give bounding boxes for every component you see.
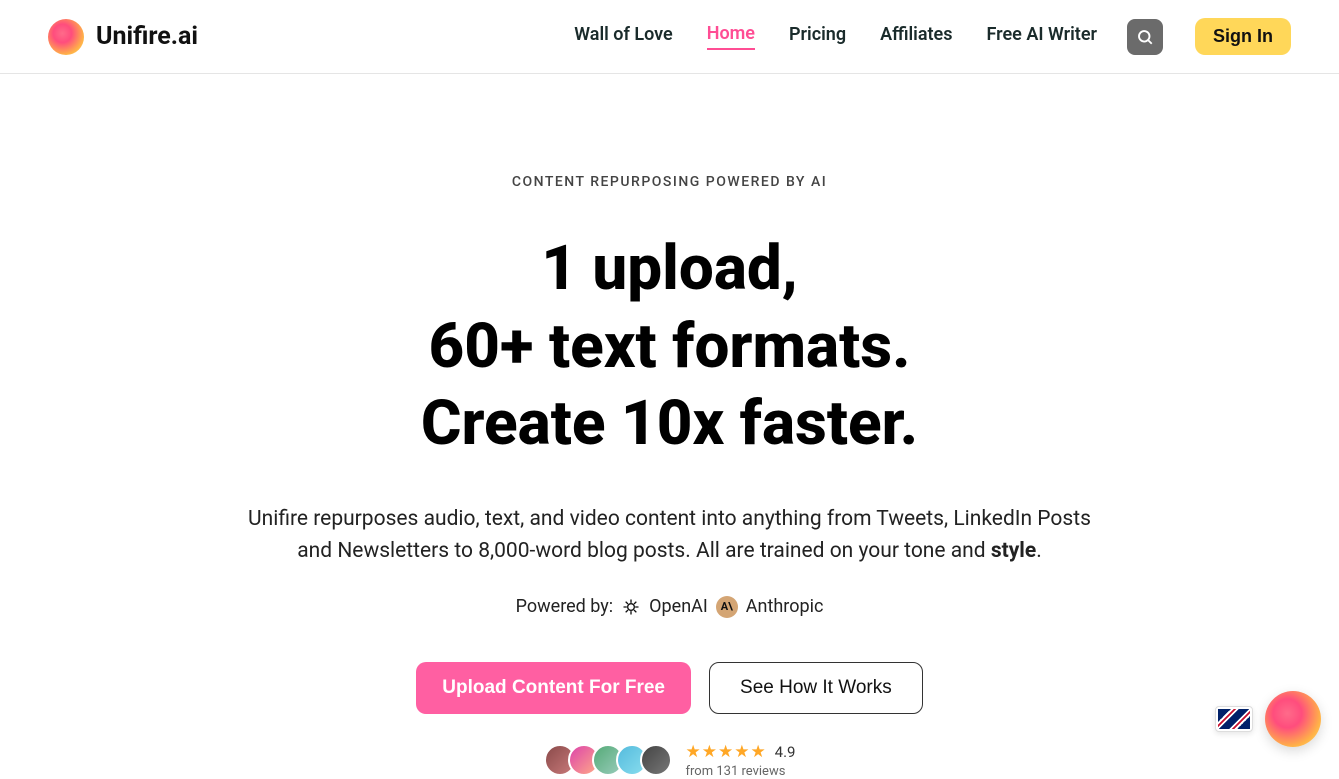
reviews-text: from 131 reviews [686,764,796,779]
powered-prefix: Powered by: [516,596,614,617]
hero-headline: 1 upload, 60+ text formats. Create 10x f… [170,230,1170,463]
nav-affiliates[interactable]: Affiliates [880,24,952,49]
headline-line2: 60+ text formats. [170,308,1170,386]
upload-content-button[interactable]: Upload Content For Free [416,662,691,714]
headline-line1: 1 upload, [170,230,1170,308]
social-proof: ★★★★★ 4.9 from 131 reviews [170,742,1170,779]
nav-home[interactable]: Home [707,23,755,50]
hero-subhead: Unifire repurposes audio, text, and vide… [230,503,1110,568]
subhead-text: Unifire repurposes audio, text, and vide… [248,507,1091,564]
main-nav: Wall of Love Home Pricing Affiliates Fre… [574,23,1097,50]
hero-eyebrow: CONTENT REPURPOSING POWERED BY AI [170,174,1170,190]
rating-block: ★★★★★ 4.9 from 131 reviews [686,742,796,779]
powered-by-row: Powered by: OpenAI A\ Anthropic [170,596,1170,618]
avatar-stack [544,744,672,776]
search-icon [1136,28,1154,46]
language-selector[interactable] [1215,706,1253,732]
brand-name: Unifire.ai [96,22,198,51]
see-how-it-works-button[interactable]: See How It Works [709,662,923,714]
avatar [640,744,672,776]
cta-row: Upload Content For Free See How It Works [170,662,1170,714]
subhead-tail: . [1036,539,1042,563]
search-button[interactable] [1127,19,1163,55]
star-icons: ★★★★★ [686,742,767,762]
powered-openai: OpenAI [649,596,708,617]
openai-icon [621,597,641,617]
brand[interactable]: Unifire.ai [48,19,198,55]
nav-free-ai-writer[interactable]: Free AI Writer [987,24,1097,49]
hero-section: CONTENT REPURPOSING POWERED BY AI 1 uplo… [170,74,1170,779]
site-header: Unifire.ai Wall of Love Home Pricing Aff… [0,0,1339,74]
headline-line3: Create 10x faster. [170,385,1170,463]
chat-launcher-button[interactable] [1265,691,1321,747]
powered-anthropic: Anthropic [746,596,824,617]
brand-logo-icon [48,19,84,55]
subhead-bold: style [991,539,1036,563]
signin-button[interactable]: Sign In [1195,18,1291,55]
uk-flag-icon [1218,709,1250,729]
rating-value: 4.9 [775,743,796,761]
nav-pricing[interactable]: Pricing [789,24,846,49]
chat-widget [1215,691,1321,747]
nav-wall-of-love[interactable]: Wall of Love [574,24,672,49]
anthropic-icon: A\ [716,596,738,618]
